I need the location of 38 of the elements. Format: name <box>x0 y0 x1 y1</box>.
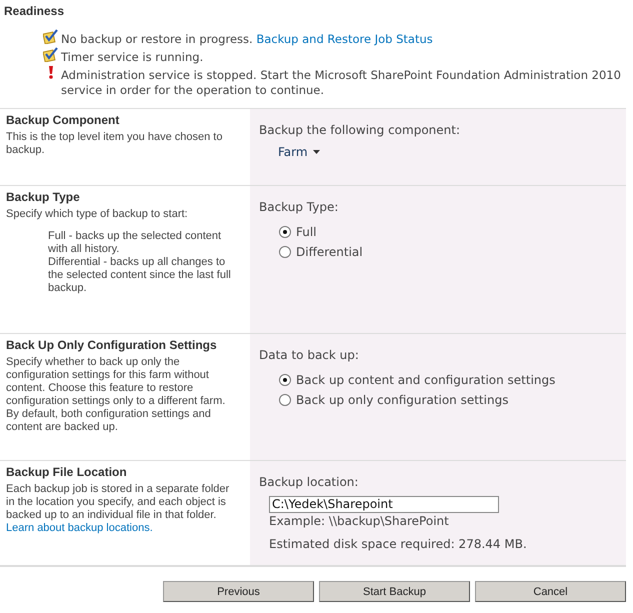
radio-button[interactable] <box>279 374 291 386</box>
section-title: Backup File Location <box>6 466 128 479</box>
section-heading: Readiness <box>3 3 66 20</box>
field-label: Backup the following component: <box>259 123 461 137</box>
form-button[interactable]: Cancel <box>475 581 626 602</box>
caret-icon <box>312 150 320 154</box>
description-note: Full - backs up the selected content with all history. <box>48 230 222 256</box>
learn-link[interactable]: Learn about backup locations. <box>6 522 153 535</box>
field-label: Backup Type: <box>259 200 340 214</box>
field-label: Data to back up: <box>259 348 360 362</box>
section-title: Back Up Only Configuration Settings <box>6 339 218 352</box>
radio-label[interactable]: Full <box>296 225 317 239</box>
section-description: Each backup job is stored in a separate folder in the location you specify, and each object is backed up to an individual file in that folder. <box>6 483 230 522</box>
status-text: Timer service is running. <box>61 50 204 65</box>
section-description: Specify which type of backup to start: <box>6 208 189 221</box>
radio-button[interactable] <box>279 226 291 238</box>
radio-label[interactable]: Back up content and configuration settings <box>296 373 556 387</box>
status-text: No backup or restore in progress. Backup and Restore Job Status <box>61 32 434 47</box>
disk-space-text: Estimated disk space required: 278.44 MB. <box>269 537 528 551</box>
radio-label[interactable]: Differential <box>296 245 363 259</box>
description-note: Differential - backs up all changes to the selected content since the last full backup. <box>48 256 232 295</box>
checkmark-icon <box>43 29 59 44</box>
section-title: Backup Component <box>6 114 120 127</box>
form-button[interactable]: Start Backup <box>319 581 470 602</box>
job-status-link[interactable]: Backup and Restore Job Status <box>256 32 433 46</box>
form-button[interactable]: Previous <box>163 581 314 602</box>
field-label: Backup location: <box>259 475 360 489</box>
section-title: Backup Type <box>6 191 81 204</box>
status-text: Administration service is stopped. Start the Microsoft SharePoint Foundation Administration 2010 service in order for the operation to continue. <box>61 68 622 98</box>
section-description: Specify whether to back up only the configuration settings for this farm without content. Choose this feature to restore configuration settings only to a different farm. By default, both configuration settings and content are backed up. <box>6 356 226 434</box>
radio-label[interactable]: Back up only configuration settings <box>296 393 508 407</box>
checkmark-icon <box>43 47 59 62</box>
example-text: Example: \\backup\SharePoint <box>269 514 450 528</box>
radio-button[interactable] <box>279 394 291 406</box>
component-dropdown[interactable]: Farm <box>278 145 320 159</box>
radio-button[interactable] <box>279 246 291 258</box>
section-description: This is the top level item you have chosen to backup. <box>6 131 224 157</box>
location-field[interactable]: C:\Yedek\Sharepoint <box>269 496 499 513</box>
